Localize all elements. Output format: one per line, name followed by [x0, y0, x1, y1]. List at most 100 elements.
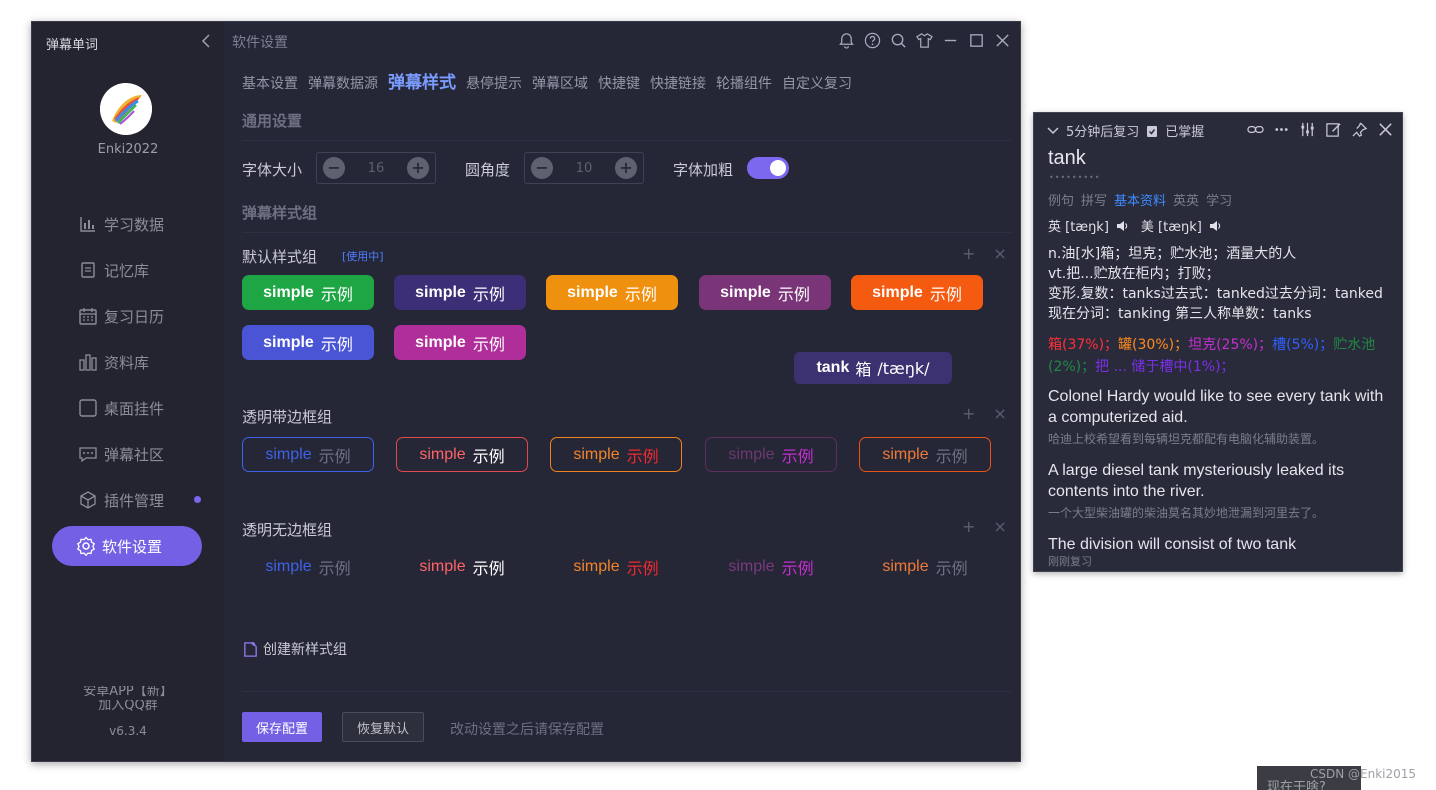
sidebar-item-study-data[interactable]: 学习数据: [52, 204, 202, 244]
style-chip[interactable]: simple 示例: [396, 437, 528, 472]
sidebar-item-label: 复习日历: [104, 307, 165, 326]
style-chip[interactable]: simple 示例: [394, 275, 526, 310]
minimize-icon[interactable]: [940, 30, 960, 50]
maximize-icon[interactable]: [966, 30, 986, 50]
tab-carousel[interactable]: 轮播组件: [716, 73, 772, 93]
tab-study[interactable]: 学习: [1206, 190, 1232, 209]
style-chip[interactable]: simple 示例: [851, 275, 983, 310]
collapse-sidebar-icon[interactable]: [198, 31, 214, 51]
style-chip[interactable]: simple 示例: [242, 549, 374, 584]
group-controls: + ×: [962, 244, 1007, 263]
add-style-button[interactable]: +: [962, 404, 975, 423]
review-later-button[interactable]: 5分钟后复习: [1066, 121, 1139, 140]
avatar[interactable]: [100, 83, 152, 135]
sidebar-item-community[interactable]: 弹幕社区: [52, 434, 202, 474]
decrease-button[interactable]: −: [531, 157, 553, 179]
style-chip[interactable]: simple 示例: [705, 549, 837, 584]
style-chip[interactable]: simple 示例: [242, 437, 374, 472]
sidebar-item-widget[interactable]: 桌面挂件: [52, 388, 202, 428]
create-style-group-button[interactable]: 创建新样式组: [242, 639, 347, 659]
sidebar: 弹幕单词 Enki2022 学习数据 记忆库 复习日历 资料库 桌面挂件 弹幕社…: [32, 22, 224, 761]
sidebar-item-label: 弹幕社区: [104, 445, 165, 464]
sidebar-item-memory[interactable]: 记忆库: [52, 250, 202, 290]
create-label: 创建新样式组: [263, 642, 347, 658]
style-chip[interactable]: simple 示例: [859, 437, 991, 472]
group-controls: + ×: [962, 517, 1007, 536]
mastery-dots: •••••••••: [1049, 173, 1101, 182]
example-sentence: A large diesel tank mysteriously leaked …: [1048, 460, 1388, 521]
definitions: n.油[水]箱；坦克；贮水池；酒量大的人 vt.把...贮放在柜内；打败； 变形…: [1048, 244, 1388, 324]
us-phonetic: 美 [tæŋk]: [1140, 220, 1202, 235]
tab-english[interactable]: 英英: [1173, 190, 1199, 209]
shirt-icon[interactable]: [914, 30, 934, 50]
close-icon[interactable]: [1377, 121, 1394, 138]
tab-basic-info[interactable]: 基本资料: [1114, 190, 1166, 209]
delete-group-button[interactable]: ×: [993, 404, 1006, 423]
mastered-button[interactable]: 已掌握: [1165, 121, 1204, 140]
style-chip[interactable]: simple 示例: [705, 437, 837, 472]
style-chip[interactable]: simple 示例: [242, 325, 374, 360]
style-chip[interactable]: simple 示例: [242, 275, 374, 310]
example-en: A large diesel tank mysteriously leaked …: [1048, 462, 1345, 500]
increase-button[interactable]: +: [406, 157, 429, 179]
font-size-value[interactable]: 16: [368, 161, 385, 176]
sliders-icon[interactable]: [1299, 121, 1316, 138]
speaker-icon[interactable]: [1115, 219, 1129, 233]
chip-cn: 示例: [318, 446, 351, 466]
font-size-stepper: − 16 +: [316, 152, 436, 184]
tab-spelling[interactable]: 拼写: [1081, 190, 1107, 209]
chevron-down-icon[interactable]: [1046, 124, 1060, 138]
speaker-icon[interactable]: [1208, 219, 1222, 233]
android-app-link[interactable]: 安卓APP【新】: [32, 686, 224, 698]
tab-examples[interactable]: 例句: [1048, 190, 1074, 209]
style-chip[interactable]: simple 示例: [699, 275, 831, 310]
bell-icon[interactable]: [836, 30, 856, 50]
document-icon: [81, 262, 95, 278]
sidebar-item-settings[interactable]: 软件设置: [52, 526, 202, 566]
tab-hover-tip[interactable]: 悬停提示: [466, 73, 522, 93]
divider: [242, 691, 1012, 692]
more-icon[interactable]: [1273, 121, 1290, 138]
sidebar-item-library[interactable]: 资料库: [52, 342, 202, 382]
radius-value[interactable]: 10: [576, 161, 593, 176]
tab-shortcuts[interactable]: 快捷键: [598, 73, 640, 93]
tab-basic[interactable]: 基本设置: [242, 73, 298, 93]
sidebar-item-label: 软件设置: [102, 537, 163, 556]
tab-danmaku-style[interactable]: 弹幕样式: [388, 68, 456, 93]
preview-word: tank: [816, 359, 850, 376]
settings-window: 弹幕单词 Enki2022 学习数据 记忆库 复习日历 资料库 桌面挂件 弹幕社…: [31, 21, 1021, 762]
delete-group-button[interactable]: ×: [993, 517, 1006, 536]
style-chip[interactable]: simple 示例: [550, 549, 682, 584]
chip-word: simple: [419, 445, 466, 463]
add-style-button[interactable]: +: [962, 244, 975, 263]
style-chip[interactable]: simple 示例: [546, 275, 678, 310]
tab-data-source[interactable]: 弹幕数据源: [308, 73, 378, 93]
reset-button[interactable]: 恢复默认: [342, 712, 425, 742]
style-chip[interactable]: simple 示例: [396, 549, 528, 584]
style-chip[interactable]: simple 示例: [394, 325, 526, 360]
search-icon[interactable]: [888, 30, 908, 50]
bold-toggle[interactable]: [747, 157, 789, 179]
definition-line: vt.把...贮放在柜内；打败；: [1048, 266, 1220, 282]
tab-quick-links[interactable]: 快捷链接: [650, 73, 706, 93]
preview-cn: 箱: [855, 360, 872, 379]
sidebar-item-label: 记忆库: [104, 261, 150, 280]
style-chip[interactable]: simple 示例: [550, 437, 682, 472]
style-chip[interactable]: simple 示例: [859, 549, 991, 584]
save-button[interactable]: 保存配置: [242, 712, 323, 742]
edit-icon[interactable]: [1325, 121, 1342, 138]
pin-icon[interactable]: [1351, 121, 1368, 138]
delete-group-button[interactable]: ×: [993, 244, 1006, 263]
increase-button[interactable]: +: [614, 157, 637, 179]
qq-group-link[interactable]: 加入QQ群: [32, 700, 224, 712]
chip-cn: 示例: [777, 284, 810, 304]
tab-danmaku-area[interactable]: 弹幕区域: [532, 73, 588, 93]
link-icon[interactable]: [1247, 121, 1264, 138]
tab-custom-review[interactable]: 自定义复习: [782, 73, 852, 93]
add-style-button[interactable]: +: [962, 517, 975, 536]
help-icon[interactable]: [862, 30, 882, 50]
decrease-button[interactable]: −: [323, 157, 345, 179]
sidebar-item-plugins[interactable]: 插件管理: [52, 480, 202, 520]
close-icon[interactable]: [992, 30, 1012, 50]
sidebar-item-calendar[interactable]: 复习日历: [52, 296, 202, 336]
